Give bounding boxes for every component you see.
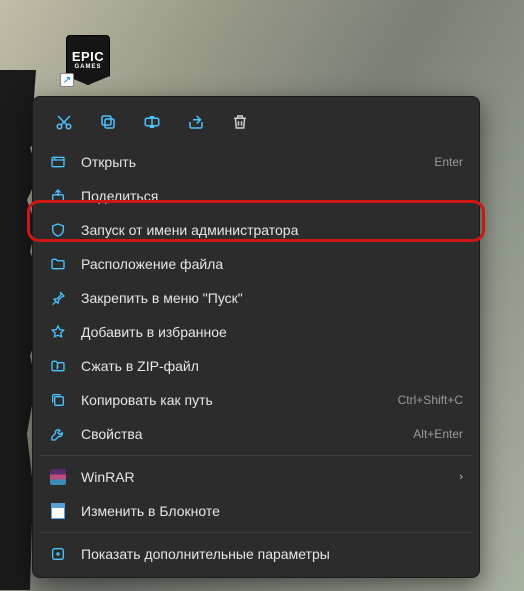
- menu-run-admin-label: Запуск от имени администратора: [81, 222, 463, 238]
- menu-separator: [41, 455, 471, 456]
- menu-properties[interactable]: Свойства Alt+Enter: [33, 417, 479, 451]
- menu-open[interactable]: Открыть Enter: [33, 145, 479, 179]
- delete-button[interactable]: [223, 107, 257, 137]
- open-icon: [49, 153, 67, 171]
- menu-show-more[interactable]: Показать дополнительные параметры: [33, 537, 479, 571]
- epic-icon-text2: GAMES: [74, 64, 101, 70]
- star-icon: [49, 323, 67, 341]
- share-button[interactable]: [179, 107, 213, 137]
- menu-share-label: Поделиться: [81, 188, 463, 204]
- wrench-icon: [49, 425, 67, 443]
- zip-icon: [49, 357, 67, 375]
- menu-properties-shortcut: Alt+Enter: [413, 427, 463, 441]
- menu-winrar[interactable]: WinRAR ›: [33, 460, 479, 494]
- menu-winrar-label: WinRAR: [81, 469, 437, 485]
- menu-file-location-label: Расположение файла: [81, 256, 463, 272]
- chevron-right-icon: ›: [451, 471, 463, 483]
- menu-compress-zip-label: Сжать в ZIP-файл: [81, 358, 463, 374]
- notepad-icon: [49, 502, 67, 520]
- context-menu: Открыть Enter Поделиться Запуск от имени…: [32, 96, 480, 578]
- menu-run-admin[interactable]: Запуск от имени администратора: [33, 213, 479, 247]
- menu-copy-path-shortcut: Ctrl+Shift+C: [398, 393, 463, 407]
- pin-icon: [49, 289, 67, 307]
- menu-pin-start[interactable]: Закрепить в меню "Пуск": [33, 281, 479, 315]
- menu-properties-label: Свойства: [81, 426, 399, 442]
- menu-open-shortcut: Enter: [434, 155, 463, 169]
- epic-icon-text1: EPIC: [72, 50, 104, 63]
- shield-icon: [49, 221, 67, 239]
- rename-button[interactable]: [135, 107, 169, 137]
- cut-button[interactable]: [47, 107, 81, 137]
- menu-separator: [41, 532, 471, 533]
- menu-open-label: Открыть: [81, 154, 420, 170]
- shortcut-overlay-icon: ↗: [60, 73, 74, 87]
- winrar-icon: [49, 468, 67, 486]
- menu-show-more-label: Показать дополнительные параметры: [81, 546, 463, 562]
- copy-path-icon: [49, 391, 67, 409]
- menu-pin-start-label: Закрепить в меню "Пуск": [81, 290, 463, 306]
- menu-share[interactable]: Поделиться: [33, 179, 479, 213]
- menu-edit-notepad-label: Изменить в Блокноте: [81, 503, 463, 519]
- menu-edit-notepad[interactable]: Изменить в Блокноте: [33, 494, 479, 528]
- share-icon: [49, 187, 67, 205]
- menu-add-favorite-label: Добавить в избранное: [81, 324, 463, 340]
- folder-icon: [49, 255, 67, 273]
- menu-copy-path[interactable]: Копировать как путь Ctrl+Shift+C: [33, 383, 479, 417]
- menu-add-favorite[interactable]: Добавить в избранное: [33, 315, 479, 349]
- menu-file-location[interactable]: Расположение файла: [33, 247, 479, 281]
- more-options-icon: [49, 545, 67, 563]
- context-toolbar: [33, 103, 479, 145]
- menu-compress-zip[interactable]: Сжать в ZIP-файл: [33, 349, 479, 383]
- menu-copy-path-label: Копировать как путь: [81, 392, 384, 408]
- copy-button[interactable]: [91, 107, 125, 137]
